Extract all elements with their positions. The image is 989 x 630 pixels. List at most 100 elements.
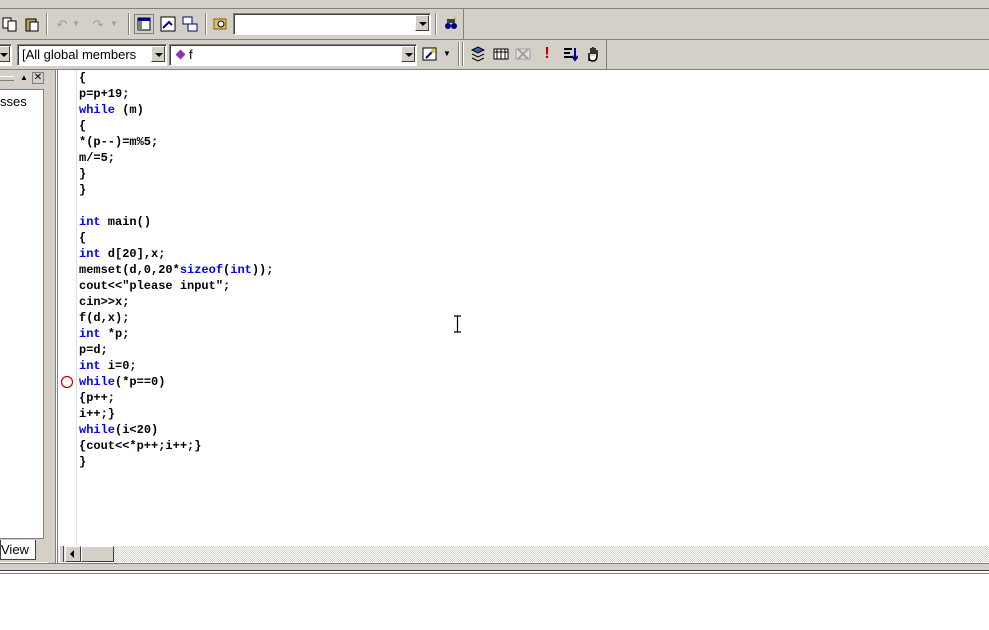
code-line: cout<<"please input"; <box>79 279 231 293</box>
tree-item-classes[interactable]: sses <box>0 94 27 109</box>
code-line: f(d,x); <box>79 311 130 325</box>
code-text: *p; <box>100 327 130 341</box>
keyword: int <box>79 359 101 373</box>
window-list-icon[interactable] <box>180 14 200 34</box>
keyword: while <box>79 103 116 117</box>
code-text: )); <box>251 263 274 277</box>
code-text: (*p==0) <box>115 375 166 389</box>
keyword: sizeof <box>179 263 224 277</box>
members-combo[interactable]: f <box>169 44 417 66</box>
code-line: cin>>x; <box>79 295 130 309</box>
chevron-down-icon[interactable] <box>151 46 165 62</box>
code-line: } <box>79 183 87 197</box>
code-line: int *p; <box>79 326 273 342</box>
code-line: { <box>79 119 87 133</box>
keyword: int <box>79 247 101 261</box>
toolbar-separator <box>435 13 437 35</box>
code-text: (i<20) <box>115 423 159 437</box>
code-line: *(p--)=m%5; <box>79 135 159 149</box>
code-text: main() <box>100 215 152 229</box>
breakpoint-hand-icon[interactable] <box>583 44 603 64</box>
undo-dropdown-icon[interactable]: ▼ <box>70 14 82 34</box>
code-editor[interactable]: { p=p+19; while (m) { *(p--)=m%5; m/=5; … <box>79 70 273 470</box>
workspace-pane-grip <box>0 76 14 81</box>
output-pane-edge <box>0 570 989 574</box>
find-combo[interactable] <box>233 13 431 35</box>
compile-icon[interactable] <box>468 44 488 64</box>
code-line: int d[20],x; <box>79 246 273 262</box>
code-line: int main() <box>79 214 273 230</box>
code-line: while(i<20) <box>79 422 273 438</box>
code-line: i++;} <box>79 407 116 421</box>
find-in-files-icon[interactable] <box>210 14 230 34</box>
close-pane-icon[interactable]: ✕ <box>32 72 44 84</box>
chevron-down-icon[interactable] <box>401 46 415 62</box>
tab-class-view[interactable]: View <box>0 540 36 560</box>
maximize-pane-icon[interactable]: ▲ <box>18 72 30 84</box>
redo-dropdown-icon[interactable]: ▼ <box>108 14 120 34</box>
code-line: { <box>79 231 87 245</box>
code-line: memset(d,0,20*sizeof(int)); <box>79 262 273 278</box>
pane-divider[interactable] <box>48 70 56 565</box>
output-pane-border <box>0 563 989 570</box>
wizard-bar-end-edge <box>606 40 607 69</box>
keyword: while <box>79 375 116 389</box>
chevron-left-icon <box>70 550 74 558</box>
keyword: while <box>79 423 116 437</box>
chevron-down-icon[interactable] <box>0 46 10 62</box>
horizontal-scrollbar[interactable] <box>58 546 989 562</box>
code-line: while(*p==0) <box>79 374 273 390</box>
keyword: int <box>79 327 101 341</box>
code-line: {p++; <box>79 391 116 405</box>
menu-bar <box>0 0 989 9</box>
wizard-dropdown-icon[interactable]: ▼ <box>440 44 454 64</box>
code-line: p=d; <box>79 343 108 357</box>
scope-combo[interactable] <box>0 44 12 66</box>
toolbar-separator <box>128 13 130 35</box>
code-text: i=0; <box>100 359 137 373</box>
members-combo-value: f <box>189 47 193 62</box>
code-text: (m) <box>115 103 144 117</box>
function-member-icon <box>175 49 186 60</box>
undo-icon[interactable]: ↶ <box>52 14 72 34</box>
text-cursor-icon <box>454 315 461 333</box>
toolbar-separator <box>458 42 460 66</box>
code-line: { <box>79 71 87 85</box>
breakpoint-marker[interactable] <box>60 375 74 389</box>
code-line: int i=0; <box>79 358 273 374</box>
paste-icon[interactable] <box>22 14 42 34</box>
output-icon[interactable] <box>158 14 178 34</box>
copy-icon[interactable] <box>0 14 20 34</box>
code-line: } <box>79 167 87 181</box>
chevron-down-icon[interactable] <box>415 15 429 31</box>
classes-combo[interactable]: [All global members <box>17 44 167 66</box>
code-line: m/=5; <box>79 151 116 165</box>
go-icon[interactable] <box>560 44 580 64</box>
toolbar-separator <box>205 13 207 35</box>
scroll-thumb[interactable] <box>81 546 114 562</box>
toolbar-dock-area <box>464 9 989 39</box>
redo-icon[interactable]: ↷ <box>88 14 108 34</box>
build-icon[interactable] <box>491 44 511 64</box>
classes-combo-value: [All global members <box>22 47 137 62</box>
keyword: int <box>79 215 101 229</box>
find-icon[interactable] <box>441 14 461 34</box>
code-line: } <box>79 455 87 469</box>
scrollbar-splitter[interactable] <box>59 546 64 562</box>
class-view-tree[interactable]: sses <box>0 89 44 539</box>
scroll-left-button[interactable] <box>65 546 81 562</box>
code-line: p=p+19; <box>79 87 130 101</box>
tab-class-view-label: View <box>1 542 29 557</box>
editor-gutter <box>58 70 77 545</box>
toolbar-separator <box>462 42 464 66</box>
keyword: int <box>230 263 252 277</box>
workspace-icon[interactable] <box>134 14 154 34</box>
execute-icon[interactable]: ! <box>537 44 557 64</box>
stop-build-icon[interactable] <box>513 44 533 64</box>
code-text: d[20],x; <box>100 247 166 261</box>
wizard-icon[interactable] <box>420 44 440 64</box>
code-line: while (m) <box>79 102 273 118</box>
toolbar-separator <box>46 13 48 35</box>
code-text: memset(d,0,20* <box>79 263 180 277</box>
